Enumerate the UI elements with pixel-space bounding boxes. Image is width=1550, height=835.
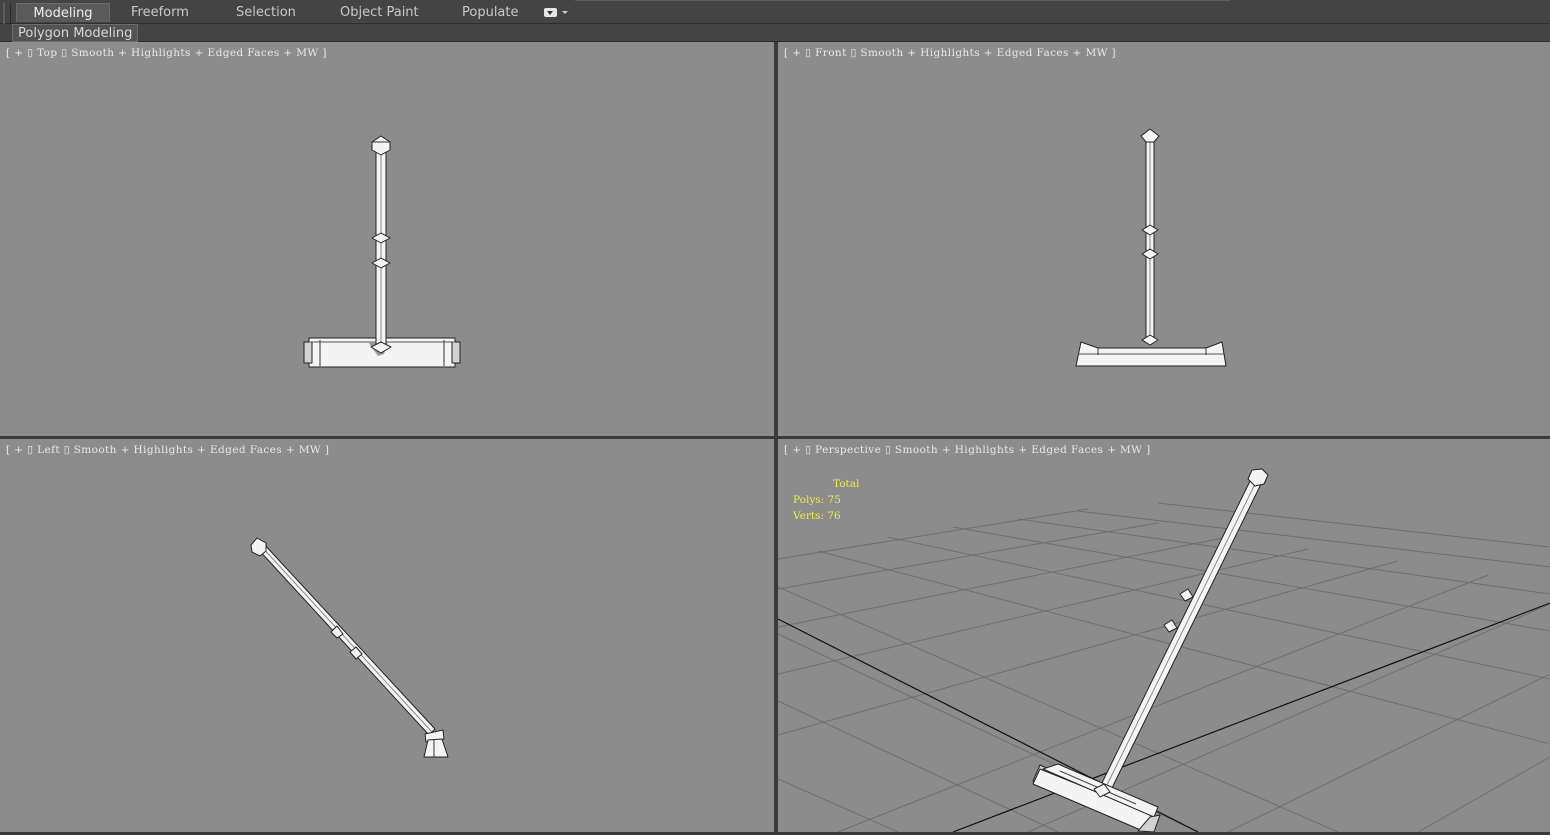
viewport-top[interactable]: [ + ▯ Top ▯ Smooth + Highlights + Edged …	[0, 42, 774, 436]
broom-handle-cap	[250, 537, 267, 557]
broom-handle-ring	[371, 232, 391, 244]
ribbon-panel-bar: Polygon Modeling	[0, 24, 1550, 42]
tab-freeform[interactable]: Freeform	[131, 3, 189, 22]
broom-handle-ring	[371, 257, 391, 269]
viewport-area: [ + ▯ Top ▯ Smooth + Highlights + Edged …	[0, 42, 1550, 835]
broom-handle-cap	[371, 135, 391, 156]
broom-left-view	[250, 537, 449, 758]
ribbon-options-icon	[544, 8, 557, 17]
polygon-modeling-panel-button[interactable]: Polygon Modeling	[12, 24, 139, 42]
viewport-perspective[interactable]: [ + ▯ Perspective ▯ Smooth + Highlights …	[778, 439, 1550, 832]
broom-handle-ring	[1163, 619, 1178, 633]
viewport-left[interactable]: [ + ▯ Left ▯ Smooth + Highlights + Edged…	[0, 439, 774, 832]
tab-modeling[interactable]: Modeling	[16, 3, 110, 22]
broom-handle-ring	[1141, 334, 1159, 346]
chevron-down-icon	[562, 11, 568, 14]
broom-perspective	[1032, 468, 1269, 832]
broom-handle-ring	[1179, 588, 1194, 602]
broom-handle-ring	[1141, 248, 1159, 260]
broom-head-end-left	[303, 341, 313, 364]
broom-handle-ring	[1141, 224, 1159, 236]
tab-object-paint[interactable]: Object Paint	[340, 3, 419, 22]
broom-head-end-right	[451, 341, 461, 364]
ribbon-divider	[575, 0, 1230, 1]
viewport-front[interactable]: [ + ▯ Front ▯ Smooth + Highlights + Edge…	[778, 42, 1550, 436]
tab-populate[interactable]: Populate	[462, 3, 519, 22]
ribbon-tab-bar: Modeling Freeform Selection Object Paint…	[0, 0, 1550, 41]
perspective-scene	[778, 468, 1550, 832]
broom-front-view	[1075, 128, 1227, 367]
broom-head	[423, 738, 449, 758]
tab-selection[interactable]: Selection	[236, 3, 296, 22]
broom-handle-cap	[1140, 128, 1160, 143]
ribbon-options-dropdown[interactable]	[542, 6, 570, 19]
broom-top-view	[303, 135, 461, 368]
